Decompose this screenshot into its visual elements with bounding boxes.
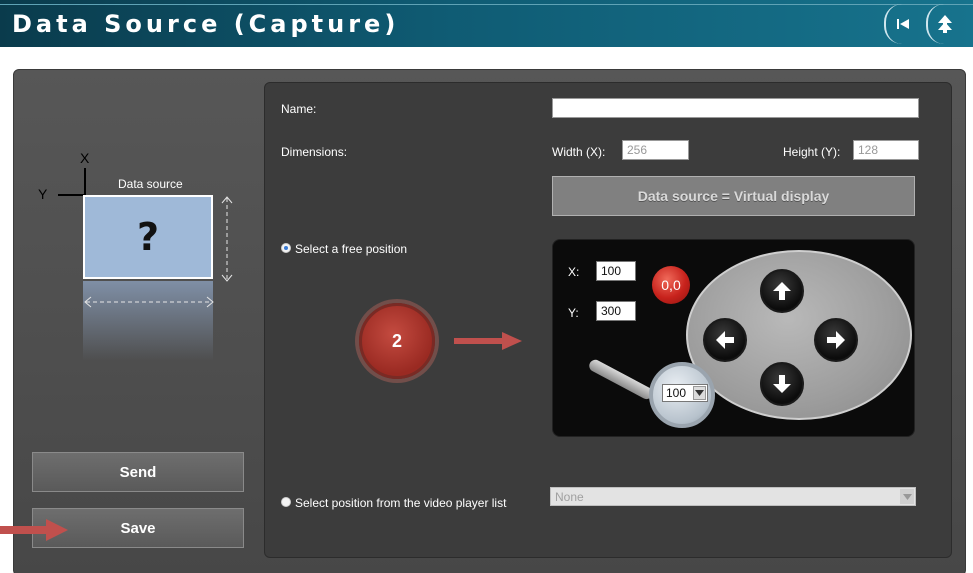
y-coord-input[interactable]: [596, 301, 636, 321]
free-position-radio[interactable]: [281, 243, 291, 253]
width-dimension-icon: [84, 296, 214, 308]
x-coord-input[interactable]: [596, 261, 636, 281]
dimensions-label: Dimensions:: [281, 145, 348, 159]
height-dimension-icon: [221, 196, 233, 282]
reset-origin-button[interactable]: 0,0: [652, 266, 690, 304]
home-button[interactable]: [926, 4, 962, 44]
x-coord-label: X:: [568, 265, 580, 279]
header-bar: Data Source (Capture): [0, 0, 973, 47]
diagram-x-axis-line: [84, 168, 86, 195]
width-label: Width (X):: [552, 145, 606, 159]
y-coord-label: Y:: [568, 306, 579, 320]
width-input[interactable]: [622, 140, 689, 160]
zoom-value: 100: [666, 386, 687, 400]
arrow-up-icon: [773, 282, 791, 300]
diagram-x-label: X: [80, 150, 90, 166]
up-arrow-icon: [938, 15, 952, 33]
chevron-down-icon: [900, 489, 914, 504]
skip-back-icon: [897, 19, 909, 29]
data-source-box: ?: [83, 195, 213, 279]
zoom-select[interactable]: 100: [662, 384, 708, 402]
video-player-select[interactable]: None: [550, 487, 916, 506]
app-window: Data Source (Capture) X Y Data source ?: [0, 0, 973, 573]
pointer-arrow-position-icon: [454, 332, 522, 350]
arrow-down-icon: [773, 375, 791, 393]
arrow-right-icon: [827, 331, 845, 349]
question-mark: ?: [136, 215, 160, 259]
move-up-button[interactable]: [760, 269, 804, 313]
chevron-down-icon: [693, 386, 706, 400]
send-button[interactable]: Send: [32, 452, 244, 492]
diagram-y-label: Y: [38, 186, 48, 202]
virtual-display-button[interactable]: Data source = Virtual display: [552, 176, 915, 216]
height-input[interactable]: [853, 140, 919, 160]
pointer-arrow-save-icon: [0, 519, 68, 541]
move-down-button[interactable]: [760, 362, 804, 406]
video-player-select-value: None: [555, 490, 584, 504]
free-position-label: Select a free position: [295, 242, 408, 256]
height-label: Height (Y):: [783, 145, 841, 159]
name-input[interactable]: [552, 98, 919, 118]
name-label: Name:: [281, 102, 317, 116]
diagram-box-label: Data source: [118, 177, 183, 191]
diagram-y-axis-line: [58, 194, 86, 196]
back-to-start-button[interactable]: [884, 4, 920, 44]
header-accent-line: [0, 4, 973, 5]
move-left-button[interactable]: [703, 318, 747, 362]
move-right-button[interactable]: [814, 318, 858, 362]
step-callout-badge: 2: [359, 303, 435, 379]
video-list-radio[interactable]: [281, 497, 291, 507]
arrow-left-icon: [716, 331, 734, 349]
video-list-label: Select position from the video player li…: [295, 496, 507, 510]
page-title: Data Source (Capture): [12, 10, 400, 38]
data-source-reflection: [83, 281, 213, 361]
